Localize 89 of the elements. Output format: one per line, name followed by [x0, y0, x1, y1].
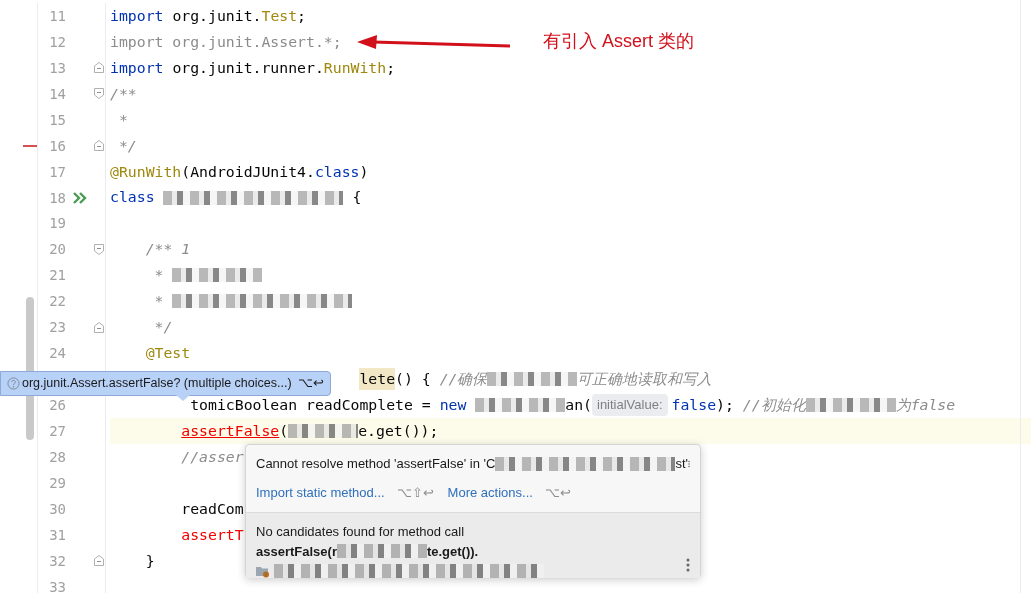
shortcut-hint: ⌥↩: [544, 483, 571, 502]
change-marker: [23, 144, 37, 147]
unused-import: import org.junit.Assert.*;: [110, 31, 342, 52]
tooltip-pointer: [176, 395, 190, 402]
more-icon[interactable]: [686, 558, 690, 572]
code-text: {: [352, 187, 362, 208]
tooltip-text: org.junit.Assert.assertFalse? (multiple choices...): [22, 375, 292, 393]
code-comment: */: [118, 135, 137, 156]
line-number: 33: [49, 578, 66, 593]
file-icon: [256, 564, 270, 578]
code-comment: //初始化: [742, 394, 806, 415]
action-link[interactable]: More actions...: [447, 482, 533, 502]
line-number: 15: [49, 111, 66, 128]
line-number: 28: [49, 448, 66, 465]
code-text: e.get());: [358, 420, 439, 441]
line-number: 19: [49, 215, 66, 232]
code-keyword: import: [110, 57, 164, 78]
code-text: org.junit.: [172, 5, 262, 26]
code-comment: //确保: [439, 369, 488, 389]
code-text: (: [279, 420, 289, 441]
code-text: ;: [386, 57, 396, 78]
line-number: 20: [49, 241, 66, 258]
code-comment: *: [154, 265, 165, 286]
run-icon[interactable]: [73, 191, 87, 204]
popup-text: assertFalse(r: [256, 542, 337, 561]
annotation-text: 有引入 Assert 类的: [543, 30, 694, 53]
code-comment: *: [118, 109, 128, 130]
code-text: an(: [565, 394, 592, 415]
pixelated-area: [288, 423, 359, 438]
code-keyword: false: [671, 394, 717, 415]
line-number: 16: [49, 137, 66, 154]
code-keyword: new: [439, 394, 468, 415]
line-number: 22: [49, 293, 66, 310]
shortcut-hint: ⌥↩: [297, 375, 324, 393]
line-number: 30: [49, 500, 66, 517]
code-identifier: RunWith: [323, 57, 387, 78]
code-keyword: class: [110, 187, 156, 208]
code-comment: 为false: [895, 394, 956, 415]
line-number: 18: [49, 189, 66, 206]
line-number: 13: [49, 59, 66, 76]
code-comment: /** 1: [145, 239, 191, 260]
code-text: org.junit.runner.: [172, 57, 324, 78]
popup-text: Cannot resolve method 'assertFalse' in 'C: [256, 455, 496, 473]
popup-text: te.get()).: [426, 542, 479, 561]
parameter-hint: initialValue:: [592, 394, 668, 416]
line-number: 11: [49, 7, 66, 24]
code-comment: /**: [110, 83, 137, 104]
unresolved-method: assertT: [181, 524, 244, 545]
fold-icon[interactable]: [94, 243, 104, 255]
line-number: 17: [49, 163, 66, 180]
fold-icon[interactable]: [94, 140, 104, 152]
popup-text: st': [675, 455, 688, 473]
detail-text: No candidates found for method call: [256, 523, 466, 541]
code-text: (AndroidJUnit4.: [181, 161, 315, 182]
help-icon: [7, 377, 20, 390]
code-comment: */: [154, 317, 173, 338]
code-identifier: @Test: [145, 343, 191, 364]
fold-icon[interactable]: [94, 88, 104, 100]
line-number: 24: [49, 345, 66, 362]
line-number: 14: [49, 85, 66, 102]
line-number: 31: [49, 526, 66, 543]
code-text: }: [145, 550, 155, 571]
line-number: 21: [49, 267, 66, 284]
code-text: tomicBoolean readComplete =: [190, 394, 432, 415]
line-number: 29: [49, 474, 66, 491]
code-comment: //asser: [181, 446, 244, 467]
code-text: () {: [395, 369, 432, 389]
line-number: 12: [49, 33, 66, 50]
line-number: 23: [49, 319, 66, 336]
fold-icon[interactable]: [94, 321, 104, 333]
code-comment: *: [154, 291, 165, 312]
code-text: );: [716, 394, 735, 415]
line-number: 26: [49, 397, 66, 414]
shortcut-hint: ⌥⇧↩: [396, 483, 434, 502]
action-link[interactable]: Import static method...: [256, 482, 385, 502]
line-number: 32: [49, 552, 66, 569]
code-identifier: @RunWith: [110, 161, 182, 182]
fold-icon[interactable]: [94, 555, 104, 567]
code-identifier: Test: [261, 5, 298, 26]
line-number: 27: [49, 422, 66, 439]
code-comment: 可正确地读取和写入: [577, 369, 713, 389]
code-text: readCom: [181, 498, 244, 519]
code-text: ;: [297, 5, 307, 26]
fold-icon[interactable]: [94, 62, 104, 74]
code-keyword: class: [314, 161, 360, 182]
code-keyword: import: [110, 5, 164, 26]
highlighted-identifier: lete: [359, 368, 396, 391]
code-text: ): [359, 161, 369, 182]
unresolved-method: assertFalse: [181, 420, 280, 441]
